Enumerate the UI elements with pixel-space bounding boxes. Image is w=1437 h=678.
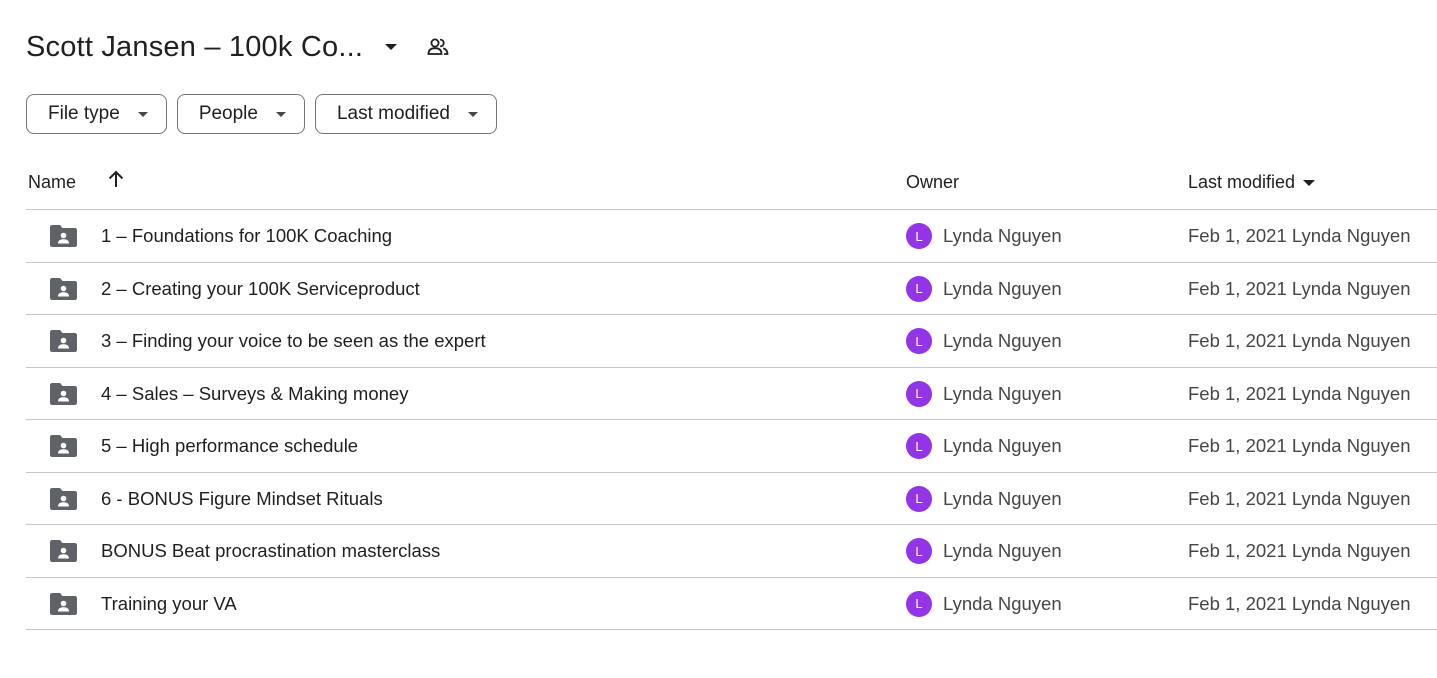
owner-name: Lynda Nguyen — [943, 540, 1062, 561]
table-row[interactable]: 2 – Creating your 100K Serviceproduct L … — [26, 263, 1437, 315]
shared-folder-icon — [50, 277, 77, 305]
filter-label: File type — [48, 103, 120, 124]
owner-name: Lynda Nguyen — [943, 435, 1062, 456]
last-modified-value: Feb 1, 2021 Lynda Nguyen — [1188, 487, 1411, 509]
table-row[interactable]: 6 - BONUS Figure Mindset Rituals L Lynda… — [26, 473, 1437, 525]
caret-down-icon — [137, 111, 148, 117]
shared-folder-icon — [50, 592, 77, 620]
column-header-last-modified[interactable]: Last modified — [1188, 172, 1316, 193]
avatar[interactable]: L — [906, 590, 932, 617]
owner-name: Lynda Nguyen — [943, 592, 1062, 614]
filter-people[interactable]: People — [176, 94, 305, 134]
table-row[interactable]: 3 – Finding your voice to be seen as the… — [26, 315, 1437, 368]
filter-chips: File type People Last modified — [26, 94, 497, 134]
people-icon[interactable] — [427, 38, 449, 56]
column-header-name[interactable]: Name — [28, 172, 76, 193]
file-name[interactable]: BONUS Beat procrastination masterclass — [101, 540, 440, 562]
caret-down-icon — [275, 111, 286, 117]
shared-folder-icon — [50, 225, 77, 252]
shared-folder-icon — [50, 487, 77, 515]
shared-folder-icon — [50, 435, 77, 462]
file-name[interactable]: 6 - BONUS Figure Mindset Rituals — [101, 488, 383, 510]
folder-title[interactable]: Scott Jansen – 100k Co... — [26, 31, 363, 64]
last-modified-value: Feb 1, 2021 Lynda Nguyen — [1188, 330, 1411, 351]
file-name[interactable]: 4 – Sales – Surveys & Making money — [101, 383, 408, 405]
shared-folder-icon — [50, 540, 77, 567]
owner-name: Lynda Nguyen — [943, 487, 1062, 509]
owner-name: Lynda Nguyen — [943, 277, 1062, 299]
last-modified-value: Feb 1, 2021 Lynda Nguyen — [1188, 382, 1411, 404]
avatar[interactable]: L — [906, 380, 932, 407]
caret-down-icon — [1303, 179, 1316, 186]
last-modified-value: Feb 1, 2021 Lynda Nguyen — [1188, 435, 1411, 456]
file-name[interactable]: 1 – Foundations for 100K Coaching — [101, 225, 392, 247]
table-row[interactable]: Training your VA L Lynda Nguyen Feb 1, 2… — [26, 578, 1437, 630]
file-name[interactable]: 2 – Creating your 100K Serviceproduct — [101, 278, 420, 300]
owner-name: Lynda Nguyen — [943, 225, 1062, 246]
table-row[interactable]: BONUS Beat procrastination masterclass L… — [26, 525, 1437, 578]
title-bar: Scott Jansen – 100k Co... — [26, 22, 449, 72]
column-header-last-modified-label: Last modified — [1188, 172, 1296, 192]
shared-folder-icon — [50, 330, 77, 357]
shared-folder-icon — [50, 382, 77, 410]
file-list: 1 – Foundations for 100K Coaching L Lynd… — [26, 210, 1437, 630]
filter-label: People — [198, 103, 258, 124]
owner-name: Lynda Nguyen — [943, 382, 1062, 404]
avatar[interactable]: L — [906, 433, 932, 459]
caret-down-icon[interactable] — [385, 44, 398, 50]
owner-name: Lynda Nguyen — [943, 330, 1062, 351]
avatar[interactable]: L — [906, 328, 932, 354]
last-modified-value: Feb 1, 2021 Lynda Nguyen — [1188, 225, 1411, 246]
file-name[interactable]: Training your VA — [101, 593, 237, 615]
table-row[interactable]: 1 – Foundations for 100K Coaching L Lynd… — [26, 210, 1437, 263]
table-header: Name Owner Last modified — [26, 160, 1437, 210]
avatar[interactable]: L — [906, 275, 932, 302]
drive-folder-view: Scott Jansen – 100k Co... File type Peop… — [0, 0, 1437, 678]
caret-down-icon — [468, 111, 478, 117]
avatar[interactable]: L — [906, 538, 932, 564]
column-header-owner[interactable]: Owner — [906, 172, 959, 193]
table-row[interactable]: 4 – Sales – Surveys & Making money L Lyn… — [26, 368, 1437, 420]
last-modified-value: Feb 1, 2021 Lynda Nguyen — [1188, 277, 1411, 299]
table-row[interactable]: 5 – High performance schedule L Lynda Ng… — [26, 420, 1437, 473]
last-modified-value: Feb 1, 2021 Lynda Nguyen — [1188, 592, 1411, 614]
last-modified-value: Feb 1, 2021 Lynda Nguyen — [1188, 540, 1411, 561]
file-name[interactable]: 3 – Finding your voice to be seen as the… — [101, 330, 486, 352]
filter-label: Last modified — [336, 103, 450, 124]
file-name[interactable]: 5 – High performance schedule — [101, 435, 358, 457]
filter-file-type[interactable]: File type — [26, 94, 167, 134]
avatar[interactable]: L — [906, 485, 932, 512]
avatar[interactable]: L — [906, 223, 932, 249]
filter-last-modified[interactable]: Last modified — [314, 94, 497, 134]
arrow-up-icon[interactable] — [106, 170, 126, 195]
